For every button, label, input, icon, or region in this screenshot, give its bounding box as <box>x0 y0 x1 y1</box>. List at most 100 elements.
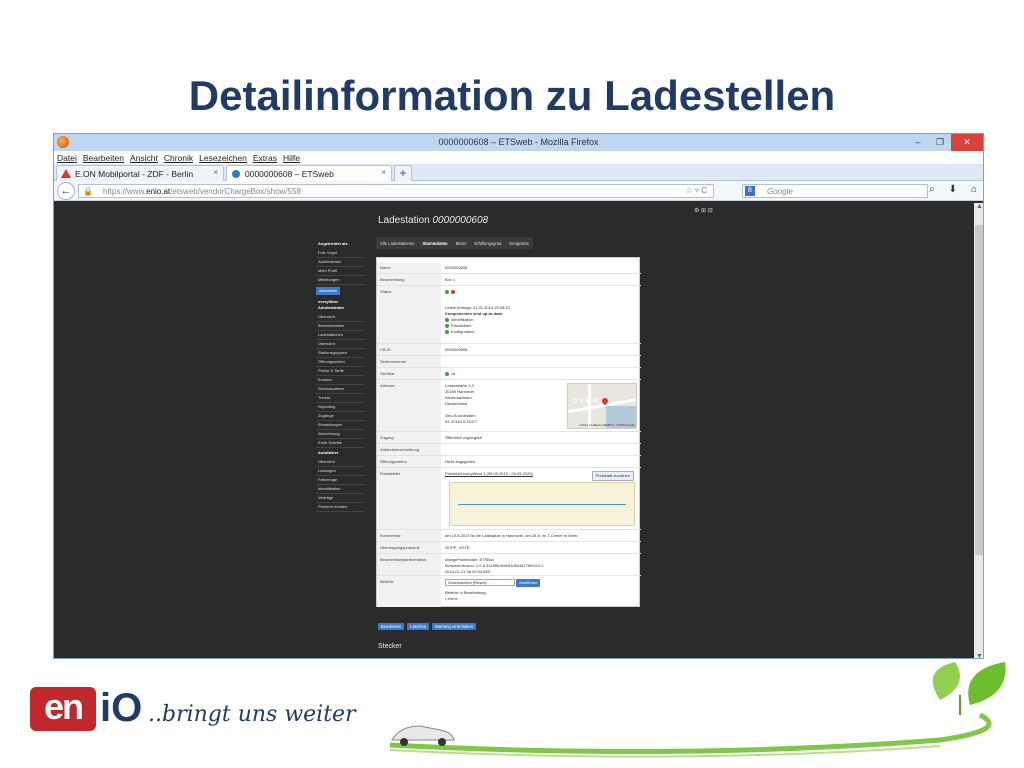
sidebar-item[interactable]: Ladestationen <box>316 331 364 340</box>
new-tab-button[interactable]: + <box>394 165 412 181</box>
tab-close-icon[interactable]: × <box>213 168 218 177</box>
detail-row-public: Sichtbar Ja <box>377 368 641 380</box>
top-right-icons[interactable]: ⚙ ⊞ ⊟ <box>694 207 713 214</box>
search-bar[interactable]: 8 Google <box>742 184 928 198</box>
menu-datei[interactable]: Datei <box>57 153 77 163</box>
detail-row-commands: Befehle Zurückstellen (Reset)... Ausführ… <box>377 576 641 607</box>
location-map[interactable]: OVER ©2014 GeoBasis-DE/BKG, ©2009 Google <box>567 383 637 429</box>
menu-lesezeichen[interactable]: Lesezeichen <box>199 153 247 163</box>
price-sheet-link[interactable]: Preisblatt everyWear 1 (09.05.2013 - 09.… <box>445 471 533 476</box>
scroll-up-icon[interactable]: ▲ <box>974 203 983 210</box>
sidebar-item[interactable]: Einstellungen <box>316 421 364 430</box>
car-leaf-swoosh-graphic <box>389 662 1006 758</box>
sidebar-item[interactable]: Übersicht <box>316 313 364 322</box>
map-label: OVER <box>572 398 600 405</box>
toolbar-icons: ⌕ ⬇ ⌂ <box>929 184 977 195</box>
scroll-down-icon[interactable]: ▼ <box>974 653 983 658</box>
menu-hilfe[interactable]: Hilfe <box>283 153 300 163</box>
sidebar-item[interactable]: Fahrzeuge <box>316 476 364 485</box>
sidebar-item[interactable]: Abrechnung <box>316 430 364 439</box>
sidebar-item[interactable]: Problem melden <box>316 503 364 512</box>
close-button[interactable]: ✕ <box>951 134 983 151</box>
row-label: Adresse <box>377 380 441 431</box>
sidebar-item[interactable]: Übersicht <box>316 458 364 467</box>
logout-button[interactable]: Abmelden <box>316 287 341 295</box>
url-bar[interactable]: 🔒 https://www.enio.at/etsweb/vendorCharg… <box>78 184 714 198</box>
page-scrollbar[interactable]: ▲ ▼ <box>974 203 983 658</box>
assign-price-button[interactable]: Preisblatt zuordnen <box>591 471 634 481</box>
row-label: Sichtbar <box>377 368 441 379</box>
row-value: Letzte Anfrage: 21.01.2014 15:28:13 Komp… <box>445 289 637 335</box>
restore-button[interactable]: ❐ <box>929 134 951 151</box>
browser-tab-eon[interactable]: E.ON Mobilportal - ZDF - Berlin × <box>56 165 224 181</box>
row-value: Nicht angegeben <box>445 459 476 464</box>
tab-close-icon[interactable]: × <box>381 168 386 177</box>
maintenance-button[interactable]: Wartung einschalten <box>432 623 477 630</box>
search-engine-icon: 8 <box>745 186 755 196</box>
back-to-list-link[interactable]: Alle Ladestationen <box>380 241 414 246</box>
window-titlebar: 0000000608 – ETSweb - Mozilla Firefox – … <box>54 134 983 151</box>
url-domain: enio.at <box>146 187 171 196</box>
bookmark-star-icon[interactable]: ☆ ▿ C <box>686 186 707 195</box>
back-button[interactable]: ← <box>57 182 75 200</box>
status-item: Konfiguration <box>445 329 637 335</box>
status-alert-icon <box>451 289 455 294</box>
sidebar-item[interactable]: Ladungen <box>316 467 364 476</box>
menu-ansicht[interactable]: Ansicht <box>130 153 158 163</box>
search-placeholder: Google <box>767 187 793 196</box>
edit-button[interactable]: Bearbeiten <box>378 623 405 630</box>
row-value: Zurückstellen (Reset)... Ausführen Befeh… <box>445 579 637 602</box>
detail-row-cbid: CB-ID 0000000608 <box>377 344 641 356</box>
search-icon[interactable]: ⌕ <box>929 184 935 195</box>
sidebar-item-messages[interactable]: Mitteilungen <box>316 276 364 285</box>
browser-tab-etsweb[interactable]: 0000000608 – ETSweb × <box>226 165 392 181</box>
row-value: 0000000608 <box>445 265 468 270</box>
station-tab-row: Alle Ladestationen Stammdaten Bilder Erf… <box>376 237 533 249</box>
sidebar-item[interactable]: Kunden <box>316 376 364 385</box>
sidebar-item[interactable]: Übersicht <box>316 340 364 349</box>
sidebar-item[interactable]: Betreiberdaten <box>316 322 364 331</box>
sidebar: Angemeldet als Fritz Vogel Administrator… <box>316 239 364 512</box>
sidebar-item[interactable]: Reporting <box>316 403 364 412</box>
sidebar-user-label: Angemeldet als <box>318 241 348 246</box>
home-icon[interactable]: ⌂ <box>971 184 977 195</box>
row-label: Seriennummer <box>377 356 441 367</box>
row-label: Zugang <box>377 432 441 443</box>
detail-panel: Name 0000000608 Beschreibung Box 1 Statu… <box>376 257 641 607</box>
logo-mark: en <box>30 686 96 731</box>
sidebar-item[interactable]: Zugänge <box>316 412 364 421</box>
sidebar-user-role: Administrator <box>316 258 364 267</box>
sidebar-item[interactable]: Preise & Tarife <box>316 367 364 376</box>
download-icon[interactable]: ⬇ <box>949 184 957 195</box>
row-value: Lossestraße 1-3 30169 Hannover Niedersac… <box>445 383 478 424</box>
execute-command-button[interactable]: Ausführen <box>516 579 541 587</box>
stecker-heading: Stecker <box>378 643 402 650</box>
enio-logo: en iO <box>30 686 142 731</box>
menu-extras[interactable]: Extras <box>253 153 277 163</box>
slide-title: Detailinformation zu Ladestellen <box>188 72 836 119</box>
sidebar-item[interactable]: Öffnungszeiten <box>316 358 364 367</box>
scroll-thumb[interactable] <box>975 225 983 555</box>
sidebar-item-profile[interactable]: Mein Profil <box>316 267 364 276</box>
menu-bearbeiten[interactable]: Bearbeiten <box>83 153 124 163</box>
sidebar-item[interactable]: Stationsgruppen <box>316 349 364 358</box>
tab-erfuellungsgrad[interactable]: Erfüllungsgrad <box>474 241 501 246</box>
row-value: Ja <box>445 371 637 377</box>
delete-button[interactable]: Löschen <box>407 623 430 630</box>
row-value: OCPP_VOTE <box>445 545 470 550</box>
row-label: CB-ID <box>377 344 441 355</box>
tab-bilder[interactable]: Bilder <box>456 241 467 246</box>
menu-bar: Datei Bearbeiten Ansicht Chronik Lesezei… <box>54 151 983 164</box>
command-select[interactable]: Zurückstellen (Reset)... <box>445 579 515 586</box>
sidebar-item[interactable]: Servicepartner <box>316 385 364 394</box>
tab-ereignisse[interactable]: Ereignisse <box>509 241 529 246</box>
url-path: /etsweb/vendorChargeBox/show/558 <box>170 187 301 196</box>
menu-chronik[interactable]: Chronik <box>164 153 193 163</box>
sidebar-item[interactable]: Erste Schritte <box>316 439 364 448</box>
status-ok-icon <box>445 289 449 294</box>
sidebar-item[interactable]: Identifikation <box>316 485 364 494</box>
sidebar-item[interactable]: Verträge <box>316 494 364 503</box>
sidebar-item[interactable]: Trends <box>316 394 364 403</box>
tab-stammdaten[interactable]: Stammdaten <box>422 241 447 246</box>
minimize-button[interactable]: – <box>907 134 929 151</box>
